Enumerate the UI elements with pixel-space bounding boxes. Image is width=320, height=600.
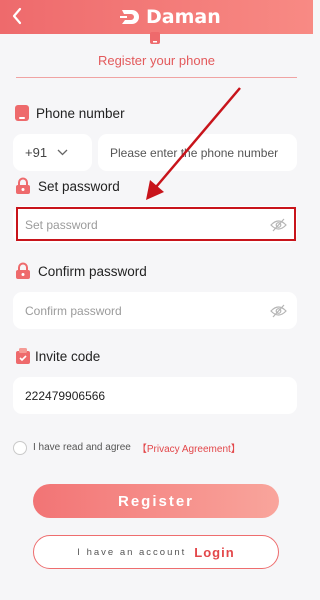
back-arrow-icon[interactable] [8,4,28,28]
password-label: Set password [38,178,120,194]
phone-label-row: Phone number [14,104,125,122]
phone-input[interactable]: Please enter the phone number [98,134,297,171]
annotation-highlight-box [16,207,296,241]
invite-code-input[interactable]: 222479906566 [13,377,297,414]
chevron-down-icon [57,149,68,156]
agreement-text: I have read and agree [33,442,131,453]
password-label-row: Set password [14,177,120,195]
brand: Daman [120,6,221,28]
agreement-row: I have read and agree 【Privacy Agreement… [13,440,241,455]
daman-logo-icon [120,10,139,24]
login-label: Login [194,544,235,560]
page-title[interactable]: Register your phone [0,53,313,68]
confirm-placeholder: Confirm password [25,303,122,318]
confirm-password-input[interactable]: Confirm password [13,292,297,329]
login-button[interactable]: I have an account Login [33,535,279,569]
phone-icon [15,105,29,121]
phone-tab-icon [150,32,160,44]
country-code-select[interactable]: +91 [13,134,92,171]
invite-label: Invite code [35,348,101,364]
register-label: Register [117,492,195,510]
brand-name: Daman [146,6,221,28]
agree-radio[interactable] [13,440,27,455]
tab-underline [16,77,297,78]
invite-label-row: Invite code [14,347,100,365]
invite-code-value: 222479906566 [25,388,106,403]
lock-icon [16,262,30,279]
invite-icon [16,348,30,364]
eye-off-icon[interactable] [270,304,287,318]
app-header: Daman [0,0,313,34]
lock-icon [16,177,30,194]
country-code: +91 [25,145,48,160]
register-button[interactable]: Register [33,484,279,518]
confirm-label: Confirm password [38,263,147,279]
phone-placeholder: Please enter the phone number [110,145,279,160]
have-account-text: I have an account [77,546,187,558]
confirm-label-row: Confirm password [14,262,147,280]
phone-label: Phone number [36,105,125,121]
privacy-agreement-link[interactable]: 【Privacy Agreement】 [137,440,241,455]
